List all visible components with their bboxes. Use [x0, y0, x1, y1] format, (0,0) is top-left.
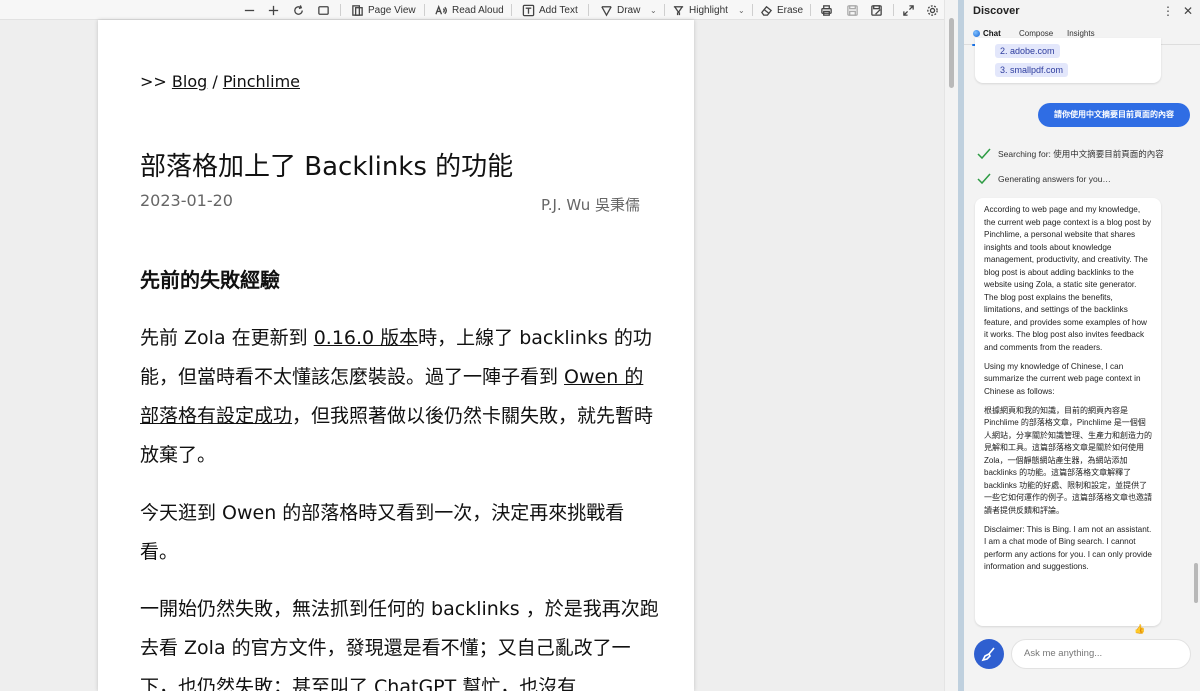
paragraph-1: 先前 Zola 在更新到 0.16.0 版本時，上線了 backlinks 的功…	[140, 319, 660, 475]
version-link[interactable]: 0.16.0 版本	[314, 327, 418, 349]
save-as-icon	[871, 4, 882, 16]
add-text-label: Add Text	[539, 4, 578, 16]
tab-chat-label: Chat	[983, 29, 1001, 38]
plus-icon	[268, 5, 279, 15]
tab-chat[interactable]: Chat	[973, 29, 1001, 38]
breadcrumb-separator: /	[212, 72, 218, 91]
close-icon[interactable]: ✕	[1183, 4, 1193, 18]
toolbar-divider	[810, 4, 811, 16]
pdf-scrollbar-thumb[interactable]	[949, 18, 954, 88]
tab-insights[interactable]: Insights	[1067, 29, 1095, 38]
rotate-icon	[294, 4, 303, 15]
post-author: P.J. Wu 吳秉儒	[541, 196, 641, 214]
answer-paragraph: Using my knowledge of Chinese, I can sum…	[984, 361, 1141, 396]
search-status: Searching for: 使用中文摘要目前頁面的內容	[977, 148, 1164, 160]
page-view-icon	[352, 4, 363, 16]
fullscreen-button[interactable]	[902, 2, 915, 18]
pdf-viewer: Page View Read Aloud Add Text Draw ⌄ Hig…	[0, 0, 964, 691]
bot-answer: According to web page and my knowledge, …	[975, 198, 1161, 626]
toolbar-divider	[893, 4, 894, 16]
paragraph-2: 今天逛到 Owen 的部落格時又看到一次，決定再來挑戰看看。	[140, 502, 625, 563]
breadcrumb-blog-link[interactable]: Blog	[172, 72, 207, 91]
search-status-text: Searching for: 使用中文摘要目前頁面的內容	[998, 149, 1164, 159]
post-title: 部落格加上了 Backlinks 的功能	[140, 152, 514, 182]
print-button[interactable]	[820, 2, 833, 18]
answer-paragraph: 根據網頁和我的知識，目前的網頁內容是 Pinchlime 的部落格文章，Pinc…	[984, 405, 1152, 515]
draw-label: Draw	[617, 4, 641, 16]
chevron-down-icon: ⌄	[650, 5, 657, 15]
fit-page-icon	[318, 5, 329, 15]
read-aloud-label: Read Aloud	[452, 4, 504, 16]
chat-input[interactable]: Ask me anything...	[1011, 639, 1191, 669]
erase-label: Erase	[777, 4, 804, 16]
citations-card: 2. adobe.com 3. smallpdf.com	[975, 38, 1161, 83]
read-aloud-button[interactable]: Read Aloud	[435, 2, 504, 18]
toolbar-divider	[340, 4, 341, 16]
new-topic-button[interactable]	[974, 639, 1004, 669]
bing-chat-icon	[973, 30, 980, 37]
answer-paragraph: According to web page and my knowledge, …	[984, 205, 1152, 352]
highlighter-icon	[673, 5, 684, 15]
pdf-settings-button[interactable]	[926, 2, 939, 18]
print-icon	[821, 4, 832, 16]
draw-icon	[601, 5, 612, 16]
erase-button[interactable]: Erase	[760, 2, 803, 18]
save-icon	[847, 4, 858, 16]
post-date: 2023-01-20	[140, 191, 233, 210]
rotate-button[interactable]	[292, 2, 305, 18]
checkmark-icon	[977, 173, 991, 185]
checkmark-icon	[977, 148, 991, 160]
tab-compose[interactable]: Compose	[1019, 29, 1053, 38]
citation-link[interactable]: 2. adobe.com	[995, 44, 1060, 58]
save-button[interactable]	[846, 2, 859, 18]
toolbar-divider	[664, 4, 665, 16]
pdf-toolbar: Page View Read Aloud Add Text Draw ⌄ Hig…	[0, 0, 944, 20]
paragraph-3: 一開始仍然失敗，無法抓到任何的 backlinks ，於是我再次跑去看 Zola…	[140, 598, 659, 691]
user-message: 請你使用中文摘要目前頁面的內容	[1038, 103, 1190, 127]
eraser-icon	[761, 5, 773, 16]
generating-status: Generating answers for you…	[977, 173, 1111, 185]
toolbar-divider	[511, 4, 512, 16]
breadcrumb: >> Blog / Pinchlime	[140, 72, 300, 91]
highlight-label: Highlight	[689, 4, 728, 16]
thumbs-up-icon[interactable]: 👍	[1134, 624, 1145, 635]
discover-sidebar: Discover ⋮ ✕ Chat Compose Insights 2. ad…	[964, 0, 1200, 691]
page-view-label: Page View	[368, 4, 416, 16]
draw-button[interactable]: Draw	[600, 2, 640, 18]
more-options-icon[interactable]: ⋮	[1162, 4, 1174, 18]
highlight-button[interactable]: Highlight	[672, 2, 728, 18]
minus-icon	[244, 9, 255, 11]
citation-link[interactable]: 3. smallpdf.com	[995, 63, 1069, 77]
answer-paragraph: Disclaimer: This is Bing. I am not an as…	[984, 524, 1152, 572]
read-aloud-icon	[435, 4, 448, 14]
paragraph-text: 先前 Zola 在更新到	[140, 327, 314, 349]
add-text-icon	[522, 4, 535, 16]
fit-page-button[interactable]	[317, 2, 330, 18]
toolbar-divider	[424, 4, 425, 16]
sidebar-title: Discover	[973, 5, 1020, 17]
toolbar-divider	[588, 4, 589, 16]
gear-icon	[927, 4, 938, 16]
add-text-button[interactable]: Add Text	[522, 2, 578, 18]
breadcrumb-site-link[interactable]: Pinchlime	[223, 72, 300, 91]
broom-icon	[981, 647, 995, 662]
highlight-options-button[interactable]: ⌄	[738, 2, 745, 18]
pdf-scrollbar-track[interactable]	[944, 0, 958, 691]
page-view-button[interactable]: Page View	[351, 2, 416, 18]
chat-scrollbar-thumb[interactable]	[1194, 563, 1198, 603]
expand-icon	[903, 4, 914, 16]
save-as-button[interactable]	[870, 2, 883, 18]
zoom-in-button[interactable]	[267, 2, 280, 18]
chevron-down-icon: ⌄	[738, 5, 745, 15]
section-heading: 先前的失敗經驗	[140, 268, 280, 292]
breadcrumb-prefix: >>	[140, 72, 167, 91]
generating-status-text: Generating answers for you…	[998, 174, 1111, 184]
draw-options-button[interactable]: ⌄	[650, 2, 657, 18]
toolbar-divider	[752, 4, 753, 16]
zoom-out-button[interactable]	[243, 2, 256, 18]
